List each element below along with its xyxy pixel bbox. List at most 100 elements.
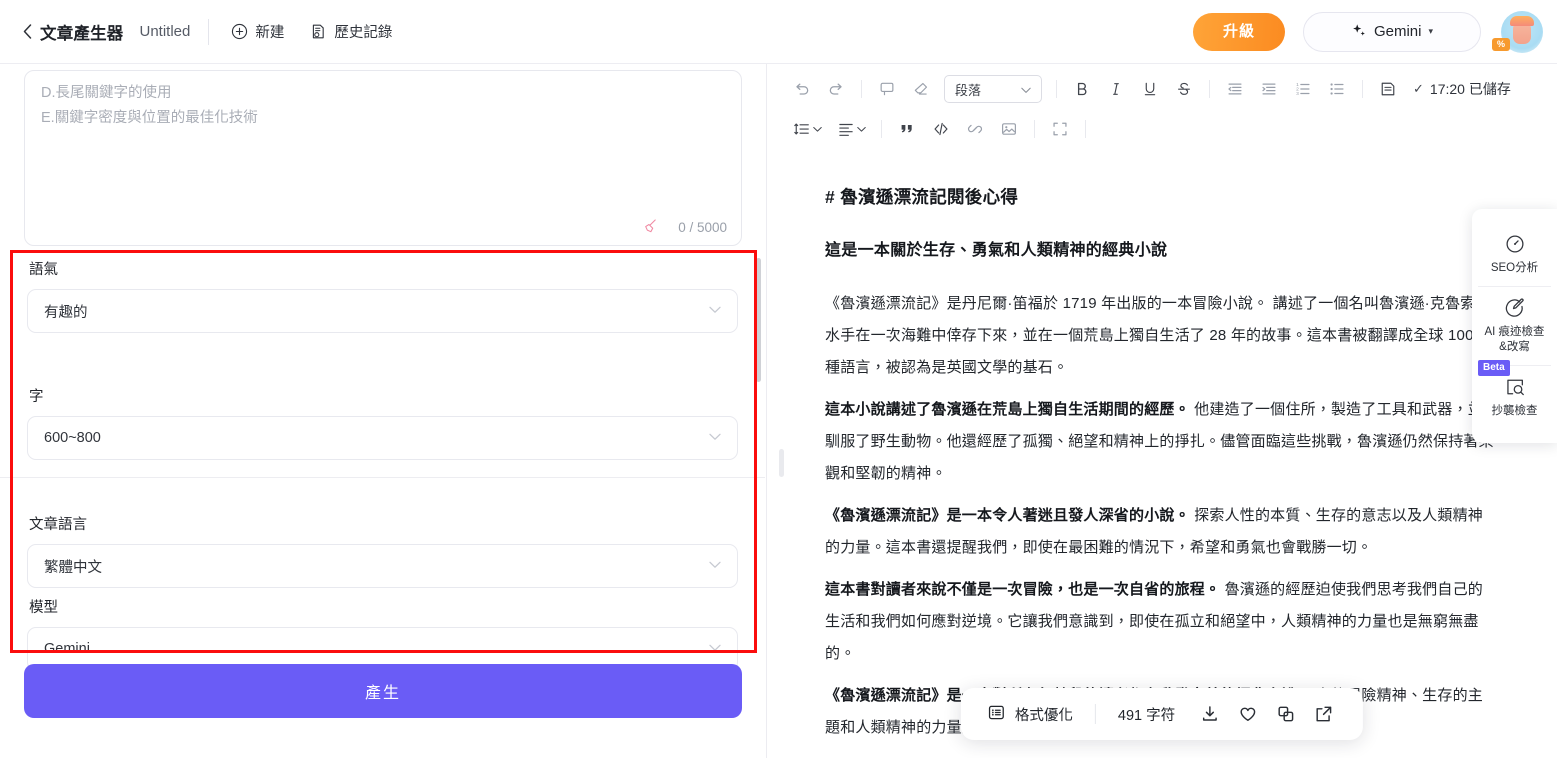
chevron-down-icon	[709, 560, 721, 572]
header-divider	[208, 18, 210, 45]
page-title: 文章產生器	[40, 24, 124, 43]
document-paragraph: 《魯濱遜漂流記》是一本令人著迷且發人深省的小說。 探索人性的本質、生存的意志以及…	[825, 500, 1497, 564]
word-count-select[interactable]: 600~800	[27, 416, 738, 460]
check-icon: ✓	[1413, 81, 1424, 96]
italic-button[interactable]	[1099, 74, 1133, 104]
upgrade-button[interactable]: 升級	[1192, 12, 1285, 51]
quote-icon[interactable]	[890, 114, 924, 144]
generate-button[interactable]: 產生	[24, 664, 742, 718]
sparkle-icon	[1351, 23, 1367, 41]
form-scrollbar[interactable]	[756, 258, 761, 506]
main-body: D.長尾關鍵字的使用 E.關鍵字密度與位置的最佳化技術 0 / 5000 語氣 …	[0, 64, 1557, 758]
language-field: 文章語言 繁體中文	[27, 513, 738, 588]
language-label: 文章語言	[29, 517, 87, 533]
copy-button[interactable]	[1267, 698, 1305, 730]
form-scrollbar-thumb[interactable]	[756, 258, 761, 382]
paragraph-bold-lead: 《魯濱遜漂流記》是一本令人著迷且發人深省的小說。	[825, 507, 1190, 524]
document-paragraph: 《魯濱遜漂流記》是丹尼爾·笛福於 1719 年出版的一本冒險小說。 講述了一個名…	[825, 288, 1497, 384]
toolbar-divider	[1362, 80, 1363, 98]
toolbar-divider	[1034, 120, 1035, 138]
prompt-footer: 0 / 5000	[644, 218, 727, 237]
avatar[interactable]: %	[1492, 10, 1543, 53]
toolbar-divider	[1056, 80, 1057, 98]
align-button[interactable]	[829, 114, 873, 144]
model-value: Gemini	[44, 641, 90, 657]
chevron-left-icon[interactable]	[18, 23, 36, 41]
new-document-button[interactable]: 新建	[227, 17, 288, 46]
underline-button[interactable]	[1133, 74, 1167, 104]
app-header: 文章產生器 Untitled 新建 歷史記錄 升級 Gemini ▾ %	[0, 0, 1557, 64]
seo-analysis-label: SEO分析	[1490, 262, 1539, 274]
paragraph-style-select[interactable]: 段落	[944, 75, 1042, 103]
strikethrough-button[interactable]	[1167, 74, 1201, 104]
tone-value: 有趣的	[44, 304, 88, 321]
seo-analysis-button[interactable]: SEO分析	[1478, 223, 1551, 286]
left-form-panel: D.長尾關鍵字的使用 E.關鍵字密度與位置的最佳化技術 0 / 5000 語氣 …	[0, 64, 767, 758]
word-count-field: 字 600~800	[27, 385, 738, 460]
panel-resize-handle[interactable]	[779, 449, 784, 477]
bullet-list-button[interactable]	[1320, 74, 1354, 104]
document-title[interactable]: Untitled	[140, 23, 191, 40]
ai-detect-button[interactable]: AI 痕迹檢查 &改寫	[1478, 286, 1551, 365]
field-gap	[27, 588, 738, 596]
editor-toolbar-row-1: 段落 1 2 3 ✓ 17:20 已儲存	[785, 74, 1539, 104]
plus-circle-icon	[231, 23, 248, 40]
ordered-list-button[interactable]: 123	[1286, 74, 1320, 104]
document-editor[interactable]: # 魯濱遜漂流記閱後心得 這是一本關於生存、勇氣和人類精神的經典小說 《魯濱遜漂…	[767, 150, 1557, 758]
tone-label: 語氣	[29, 262, 58, 278]
seo-tools-panel: SEO分析 AI 痕迹檢查 &改寫 Beta 抄襲檢查	[1472, 209, 1557, 443]
discount-badge: %	[1492, 37, 1511, 51]
chevron-down-icon	[709, 643, 721, 655]
editor-toolbar: 段落 1 2 3 ✓ 17:20 已儲存	[767, 64, 1557, 150]
share-button[interactable]	[1305, 698, 1343, 730]
tone-field: 語氣 有趣的	[27, 258, 738, 333]
document-paragraph: 這本書對讀者來說不僅是一次冒險，也是一次自省的旅程。 魯濱遜的經歷迫使我們思考我…	[825, 574, 1497, 670]
language-value: 繁體中文	[44, 559, 102, 576]
ai-detect-label: AI 痕迹檢查 &改寫	[1484, 326, 1545, 353]
outdent-button[interactable]	[1218, 74, 1252, 104]
model-pill-label: Gemini	[1373, 23, 1422, 40]
beta-badge: Beta	[1478, 360, 1510, 376]
word-count-label: 字	[29, 389, 44, 405]
paragraph-bold-lead: 這本書對讀者來說不僅是一次冒險，也是一次自省的旅程。	[825, 581, 1221, 598]
document-paragraph: 這本小說講述了魯濱遜在荒島上獨自生活期間的經歷。 他建造了一個住所，製造了工具和…	[825, 394, 1497, 490]
section-divider	[0, 477, 765, 478]
prompt-textarea[interactable]: D.長尾關鍵字的使用 E.關鍵字密度與位置的最佳化技術 0 / 5000	[24, 70, 742, 246]
language-select[interactable]: 繁體中文	[27, 544, 738, 588]
image-icon[interactable]	[992, 114, 1026, 144]
toolbar-divider	[881, 120, 882, 138]
new-document-label: 新建	[255, 25, 285, 41]
chevron-down-icon	[1021, 82, 1031, 97]
model-selector-pill[interactable]: Gemini ▾	[1303, 11, 1481, 52]
comment-button[interactable]	[870, 74, 904, 104]
favorite-button[interactable]	[1229, 698, 1267, 730]
broom-icon[interactable]	[644, 218, 660, 237]
format-optimize-button[interactable]: 格式優化	[981, 703, 1079, 726]
word-count-value: 600~800	[44, 430, 101, 446]
plagiarism-search-icon	[1504, 376, 1526, 398]
redo-button[interactable]	[819, 74, 853, 104]
line-height-button[interactable]	[785, 114, 829, 144]
plagiarism-check-button[interactable]: Beta 抄襲檢查	[1478, 360, 1551, 429]
editor-panel: 段落 1 2 3 ✓ 17:20 已儲存 # 魯濱遜漂流記閱後心得 這是一本關於…	[767, 64, 1557, 758]
chevron-down-icon	[709, 432, 721, 444]
toolbar-divider	[861, 80, 862, 98]
word-count-status: 491 字符	[1117, 707, 1176, 724]
editor-toolbar-row-2	[785, 114, 1539, 144]
generate-button-wrap: 產生	[0, 664, 766, 718]
fullscreen-icon[interactable]	[1043, 114, 1077, 144]
document-heading: # 魯濱遜漂流記閱後心得	[825, 187, 1019, 207]
prompt-line: D.長尾關鍵字的使用	[41, 85, 172, 101]
history-button[interactable]: 歷史記錄	[306, 17, 396, 46]
save-button[interactable]	[1371, 74, 1405, 104]
clear-format-button[interactable]	[904, 74, 938, 104]
history-label: 歷史記錄	[334, 25, 393, 41]
code-icon[interactable]	[924, 114, 958, 144]
bold-button[interactable]	[1065, 74, 1099, 104]
tone-select[interactable]: 有趣的	[27, 289, 738, 333]
avatar-hat	[1510, 15, 1534, 26]
download-button[interactable]	[1191, 698, 1229, 730]
link-icon[interactable]	[958, 114, 992, 144]
indent-button[interactable]	[1252, 74, 1286, 104]
undo-button[interactable]	[785, 74, 819, 104]
